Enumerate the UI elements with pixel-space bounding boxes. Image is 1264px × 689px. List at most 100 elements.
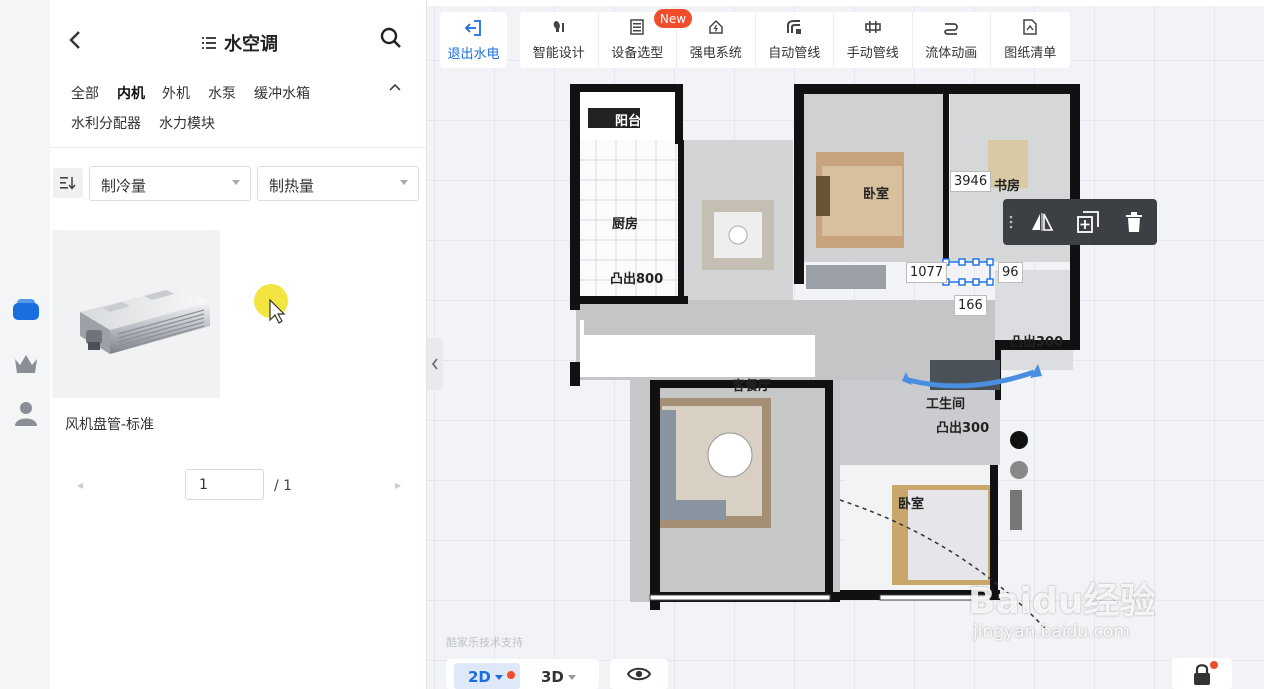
dimension-label[interactable]: 166 (954, 295, 987, 316)
collapse-panel-button[interactable] (427, 338, 443, 390)
tool-label: 图纸清单 (1004, 46, 1057, 61)
lock-icon (1194, 663, 1210, 685)
product-panel: 水空调 全部 内机 外机 水泵 缓冲水箱 水利分配器 水力模块 制冷量 制热量 (50, 0, 427, 689)
drag-handle[interactable] (1003, 215, 1019, 229)
chevron-left-icon (69, 31, 80, 49)
object-context-menu (1003, 199, 1157, 245)
visibility-button[interactable] (610, 659, 668, 689)
view-3d-label: 3D (541, 668, 564, 686)
chevron-up-icon (389, 83, 401, 91)
top-menu-strip (427, 0, 1264, 6)
heating-capacity-select[interactable]: 制热量 (257, 166, 419, 201)
user-icon[interactable] (11, 398, 41, 428)
menu-list-icon (202, 34, 216, 53)
cooling-capacity-select[interactable]: 制冷量 (89, 166, 251, 201)
category-all[interactable]: 全部 (71, 83, 99, 103)
panel-title: 水空调 (224, 34, 278, 55)
main-toolbar: 智能设计 设备选型 强电系统 自动管线 手动管线 流体动画 图纸清单 (520, 12, 1070, 68)
room-label-bay-window: 凸出300 (936, 421, 990, 436)
prev-page-button[interactable]: ◂ (65, 470, 95, 500)
bulb-icon (553, 21, 564, 32)
exit-water-electric-button[interactable]: 退出水电 (440, 12, 507, 68)
manual-pipeline-button[interactable]: 手动管线 (834, 12, 913, 68)
notification-dot (507, 671, 515, 679)
category-hydraulic-module[interactable]: 水力模块 (159, 113, 215, 133)
trash-icon (1126, 212, 1142, 232)
room-label-balcony: 阳台 (615, 114, 642, 129)
heating-capacity-label: 制热量 (269, 177, 315, 195)
chevron-down-icon (494, 675, 503, 680)
divider (50, 147, 427, 148)
left-rail (0, 0, 50, 689)
sort-button[interactable] (53, 168, 83, 198)
support-text: 酷家乐技术支持 (446, 636, 523, 649)
tool-label: 自动管线 (768, 46, 821, 61)
exit-label: 退出水电 (447, 46, 500, 62)
tool-label: 强电系统 (689, 46, 742, 61)
drawing-list-icon (1023, 19, 1037, 35)
dimension-label[interactable]: 3946 (950, 171, 992, 192)
floor-plan-drawing (570, 84, 1081, 671)
drawing-list-button[interactable]: 图纸清单 (991, 12, 1070, 68)
page-number-input[interactable] (185, 469, 264, 500)
house-power-icon (709, 19, 723, 34)
chevron-left-icon (431, 358, 438, 370)
cooling-capacity-label: 制冷量 (101, 177, 147, 195)
chevron-down-icon (400, 180, 408, 185)
lock-button[interactable] (1172, 658, 1232, 689)
room-label-bay-window: 凸出800 (610, 272, 664, 287)
tool-label: 智能设计 (532, 46, 585, 61)
flow-icon (944, 23, 959, 35)
mirror-button[interactable] (1019, 199, 1065, 245)
room-label-living-dining: 客餐厅 (732, 379, 772, 394)
sort-icon (60, 177, 76, 190)
smart-design-button[interactable]: 智能设计 (520, 12, 599, 68)
view-3d-button[interactable]: 3D (541, 668, 576, 686)
tool-label: 设备选型 (611, 46, 664, 61)
page-total: / 1 (274, 478, 293, 494)
dimension-label[interactable]: 1077 (906, 262, 948, 283)
floor-plan[interactable]: 阳台 厨房 卧室 书房 凸出800 凸出300 客餐厅 工生间 凸出300 卧室… (570, 80, 1081, 671)
watermark-url: jingyan.baidu.com (973, 622, 1130, 642)
new-badge: New (654, 9, 692, 28)
manual-pipe-icon (864, 21, 881, 33)
tool-label: 手动管线 (846, 46, 899, 61)
tool-label: 流体动画 (925, 46, 978, 61)
duplicate-icon (1077, 211, 1099, 233)
view-mode-toggle: 2D 3D (446, 659, 599, 689)
category-buffer-tank[interactable]: 缓冲水箱 (254, 83, 310, 103)
auto-pipeline-button[interactable]: 自动管线 (756, 12, 834, 68)
product-library-icon[interactable] (11, 294, 41, 324)
back-button[interactable] (68, 30, 82, 52)
fan-coil-unit-image (80, 286, 210, 354)
flow-animation-button[interactable]: 流体动画 (913, 12, 991, 68)
product-card[interactable] (52, 230, 220, 398)
search-icon (380, 27, 401, 48)
category-water-distributor[interactable]: 水利分配器 (71, 113, 141, 133)
search-button[interactable] (380, 27, 402, 53)
next-page-button[interactable]: ▸ (383, 470, 413, 500)
panel-header: 水空调 (50, 0, 427, 70)
collapse-categories-button[interactable] (388, 80, 402, 96)
chevron-down-icon (232, 180, 240, 185)
mirror-icon (1032, 213, 1054, 231)
dimension-label[interactable]: 96 (998, 262, 1023, 283)
view-2d-label: 2D (468, 668, 491, 686)
crown-icon[interactable] (11, 348, 41, 378)
category-indoor-unit[interactable]: 内机 (117, 83, 145, 103)
exit-icon (464, 19, 481, 36)
room-label-bedroom: 卧室 (863, 187, 890, 202)
eye-icon (627, 667, 651, 681)
room-label-kitchen: 厨房 (612, 217, 639, 232)
room-label-study: 书房 (994, 179, 1021, 194)
chevron-down-icon (567, 675, 576, 680)
room-label-bedroom: 卧室 (898, 497, 925, 512)
room-label-bay-window: 凸出300 (1010, 335, 1064, 350)
watermark-text: Baidu经验 (968, 581, 1156, 622)
delete-button[interactable] (1111, 199, 1157, 245)
cursor-icon (254, 284, 288, 324)
category-outdoor-unit[interactable]: 外机 (162, 83, 190, 103)
duplicate-button[interactable] (1065, 199, 1111, 245)
notification-dot (1210, 661, 1218, 669)
category-water-pump[interactable]: 水泵 (208, 83, 236, 103)
